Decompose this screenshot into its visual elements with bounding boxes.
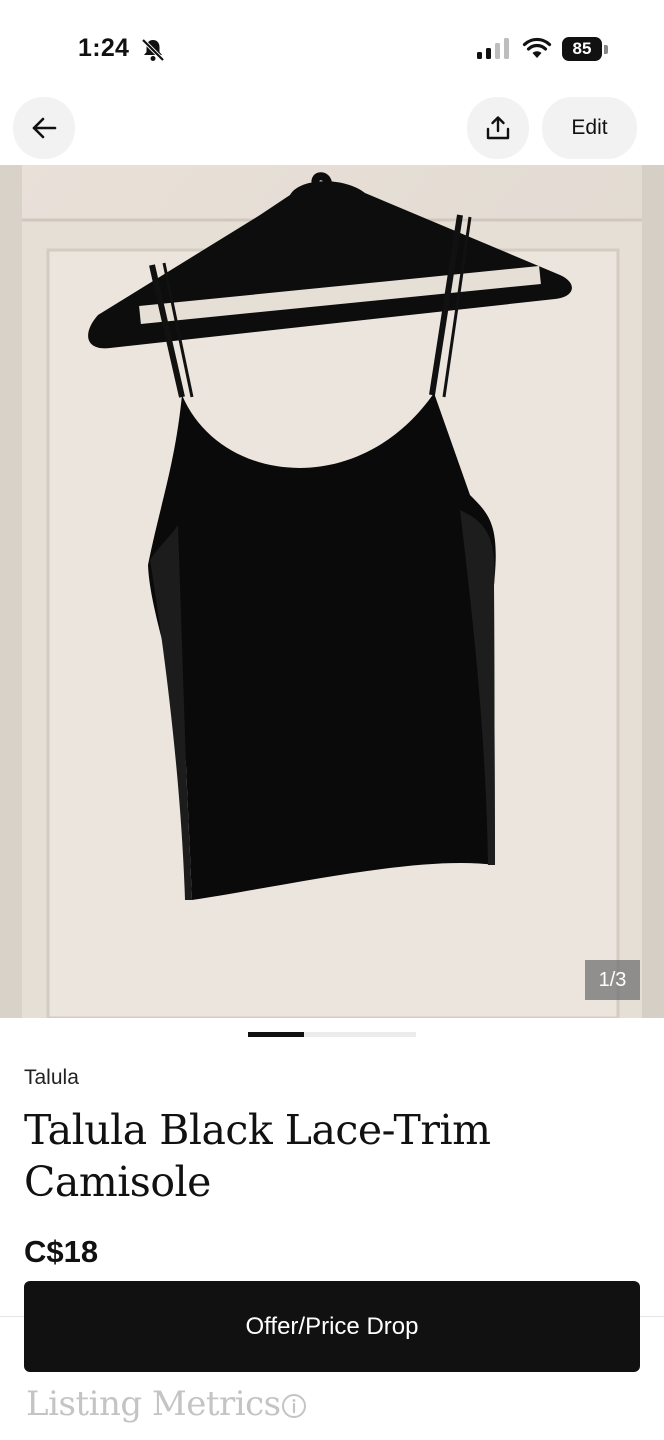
share-upload-icon <box>486 116 510 140</box>
brand-name[interactable]: Talula <box>24 1066 79 1090</box>
wifi-icon <box>522 37 552 58</box>
cellular-signal-icon <box>477 38 509 59</box>
status-bar: 1:24 85 <box>0 0 664 96</box>
listing-title: Talula Black Lace-Trim Camisole <box>24 1106 491 1206</box>
listing-metrics-heading: Listing Metrics <box>26 1384 281 1424</box>
listing-price: C$18 <box>24 1234 99 1269</box>
carousel-indicator-progress <box>248 1032 304 1037</box>
back-button[interactable] <box>13 97 75 159</box>
info-circle-icon[interactable] <box>281 1393 307 1419</box>
battery-tip <box>604 45 608 54</box>
listing-photo[interactable]: 1/3 <box>0 165 664 1018</box>
share-button[interactable] <box>467 97 529 159</box>
camisole-photo <box>0 165 664 1018</box>
battery-icon: 85 <box>562 37 610 63</box>
edit-button[interactable]: Edit <box>542 97 637 159</box>
arrow-left-icon <box>32 117 57 139</box>
offer-price-drop-button[interactable]: Offer/Price Drop <box>24 1281 640 1372</box>
photo-counter: 1/3 <box>585 960 640 1000</box>
carousel-indicator <box>248 1032 416 1037</box>
battery-level: 85 <box>562 37 602 61</box>
bell-slash-icon <box>141 38 165 62</box>
status-time: 1:24 <box>78 34 130 62</box>
